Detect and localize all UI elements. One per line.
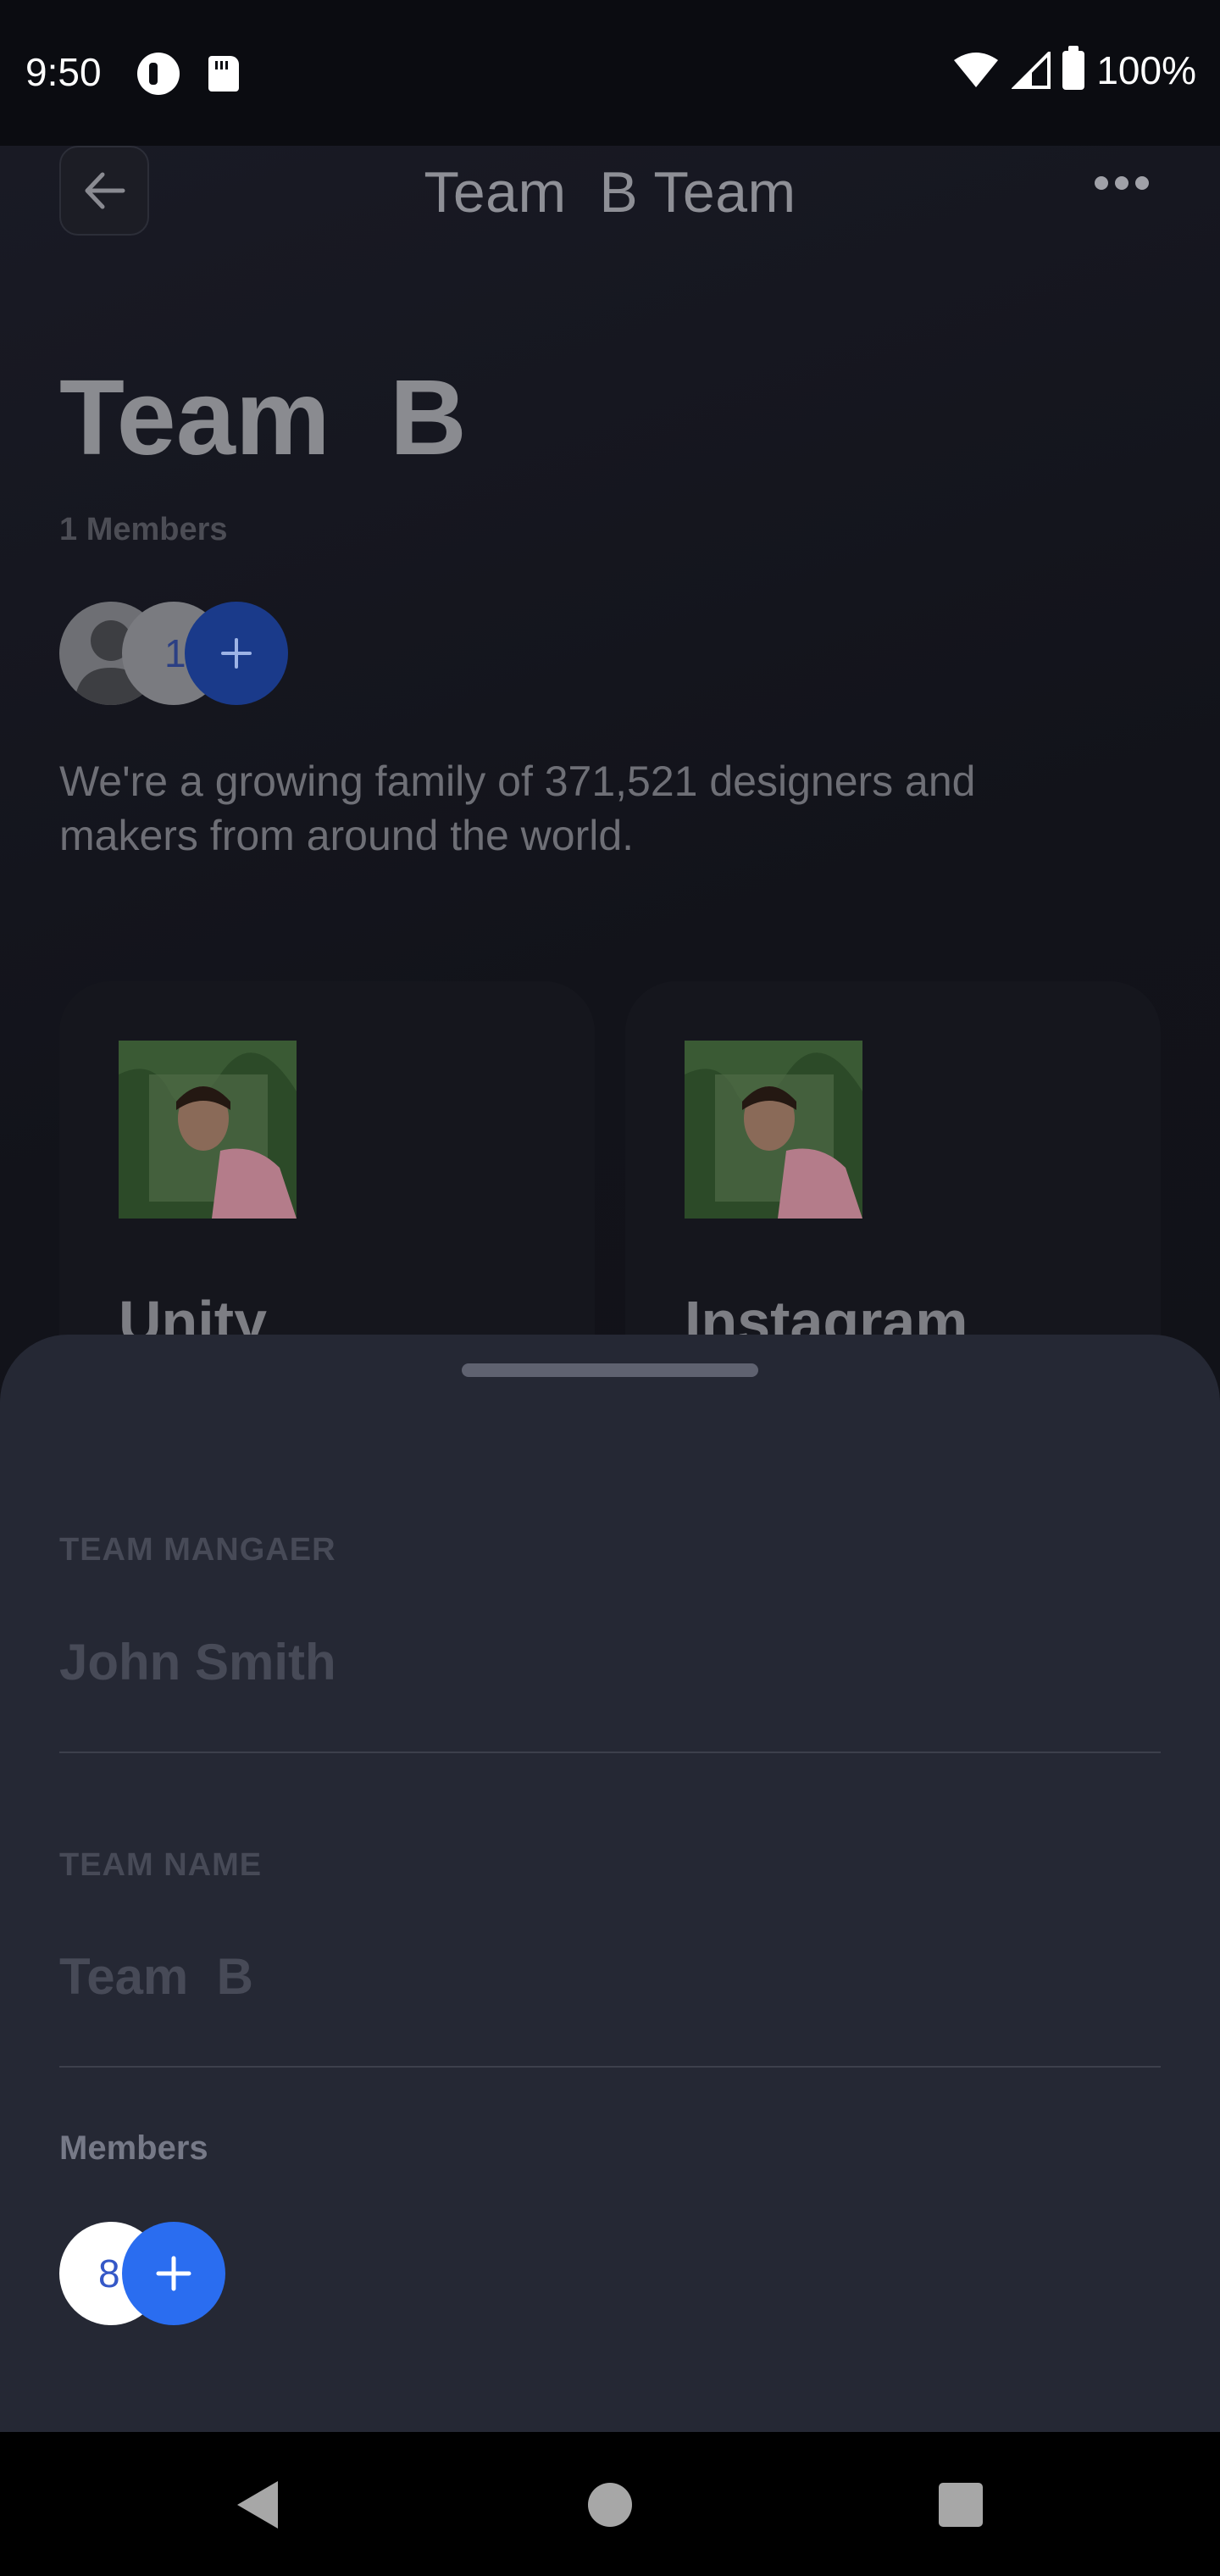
add-member-button[interactable] [122, 2222, 225, 2325]
team-description: We're a growing family of 371,521 design… [59, 758, 976, 859]
page-title: Team B Team [424, 160, 796, 225]
project-thumbnail [119, 1041, 297, 1219]
profile-photo-icon [685, 1041, 862, 1219]
drag-handle[interactable] [462, 1363, 758, 1377]
status-time: 9:50 [25, 50, 102, 94]
plus-icon [156, 2256, 191, 2291]
nav-home-icon[interactable] [588, 2483, 632, 2527]
member-avatars: 1 [59, 602, 313, 705]
signal-icon [1012, 52, 1051, 89]
member-count: 1 Members [59, 512, 228, 547]
notification-icon [137, 53, 180, 95]
top-app-bar: Team B Team [0, 146, 1220, 239]
nav-recents-icon[interactable] [939, 2483, 983, 2527]
wifi-icon [954, 53, 999, 87]
status-bar: 9:50 100% [0, 0, 1220, 146]
nav-back-icon[interactable] [234, 2478, 281, 2532]
plus-icon [221, 638, 252, 669]
profile-photo-icon [119, 1041, 297, 1219]
system-navigation-bar [0, 2432, 1220, 2576]
battery-icon [1062, 46, 1085, 90]
sd-card-icon [208, 56, 239, 92]
team-name-label: TEAM NAME [59, 1847, 263, 1883]
more-dot-icon [1095, 176, 1108, 190]
battery-percentage: 100% [1096, 48, 1196, 92]
add-member-button[interactable] [185, 602, 288, 705]
more-dot-icon [1115, 176, 1128, 190]
more-dot-icon [1135, 176, 1149, 190]
divider [59, 2066, 1161, 2068]
divider [59, 1752, 1161, 1753]
members-label: Members [59, 2129, 208, 2167]
status-right: 100% [952, 46, 1196, 93]
edit-team-bottom-sheet: TEAM MANGAER John Smith TEAM NAME Team B… [0, 1335, 1220, 2432]
project-thumbnail [685, 1041, 862, 1219]
team-manager-field[interactable]: John Smith [59, 1633, 336, 1691]
team-heading: Team B [59, 358, 467, 477]
team-manager-label: TEAM MANGAER [59, 1532, 336, 1568]
more-options-button[interactable] [1095, 176, 1149, 190]
team-name-field[interactable]: Team B [59, 1947, 253, 2006]
